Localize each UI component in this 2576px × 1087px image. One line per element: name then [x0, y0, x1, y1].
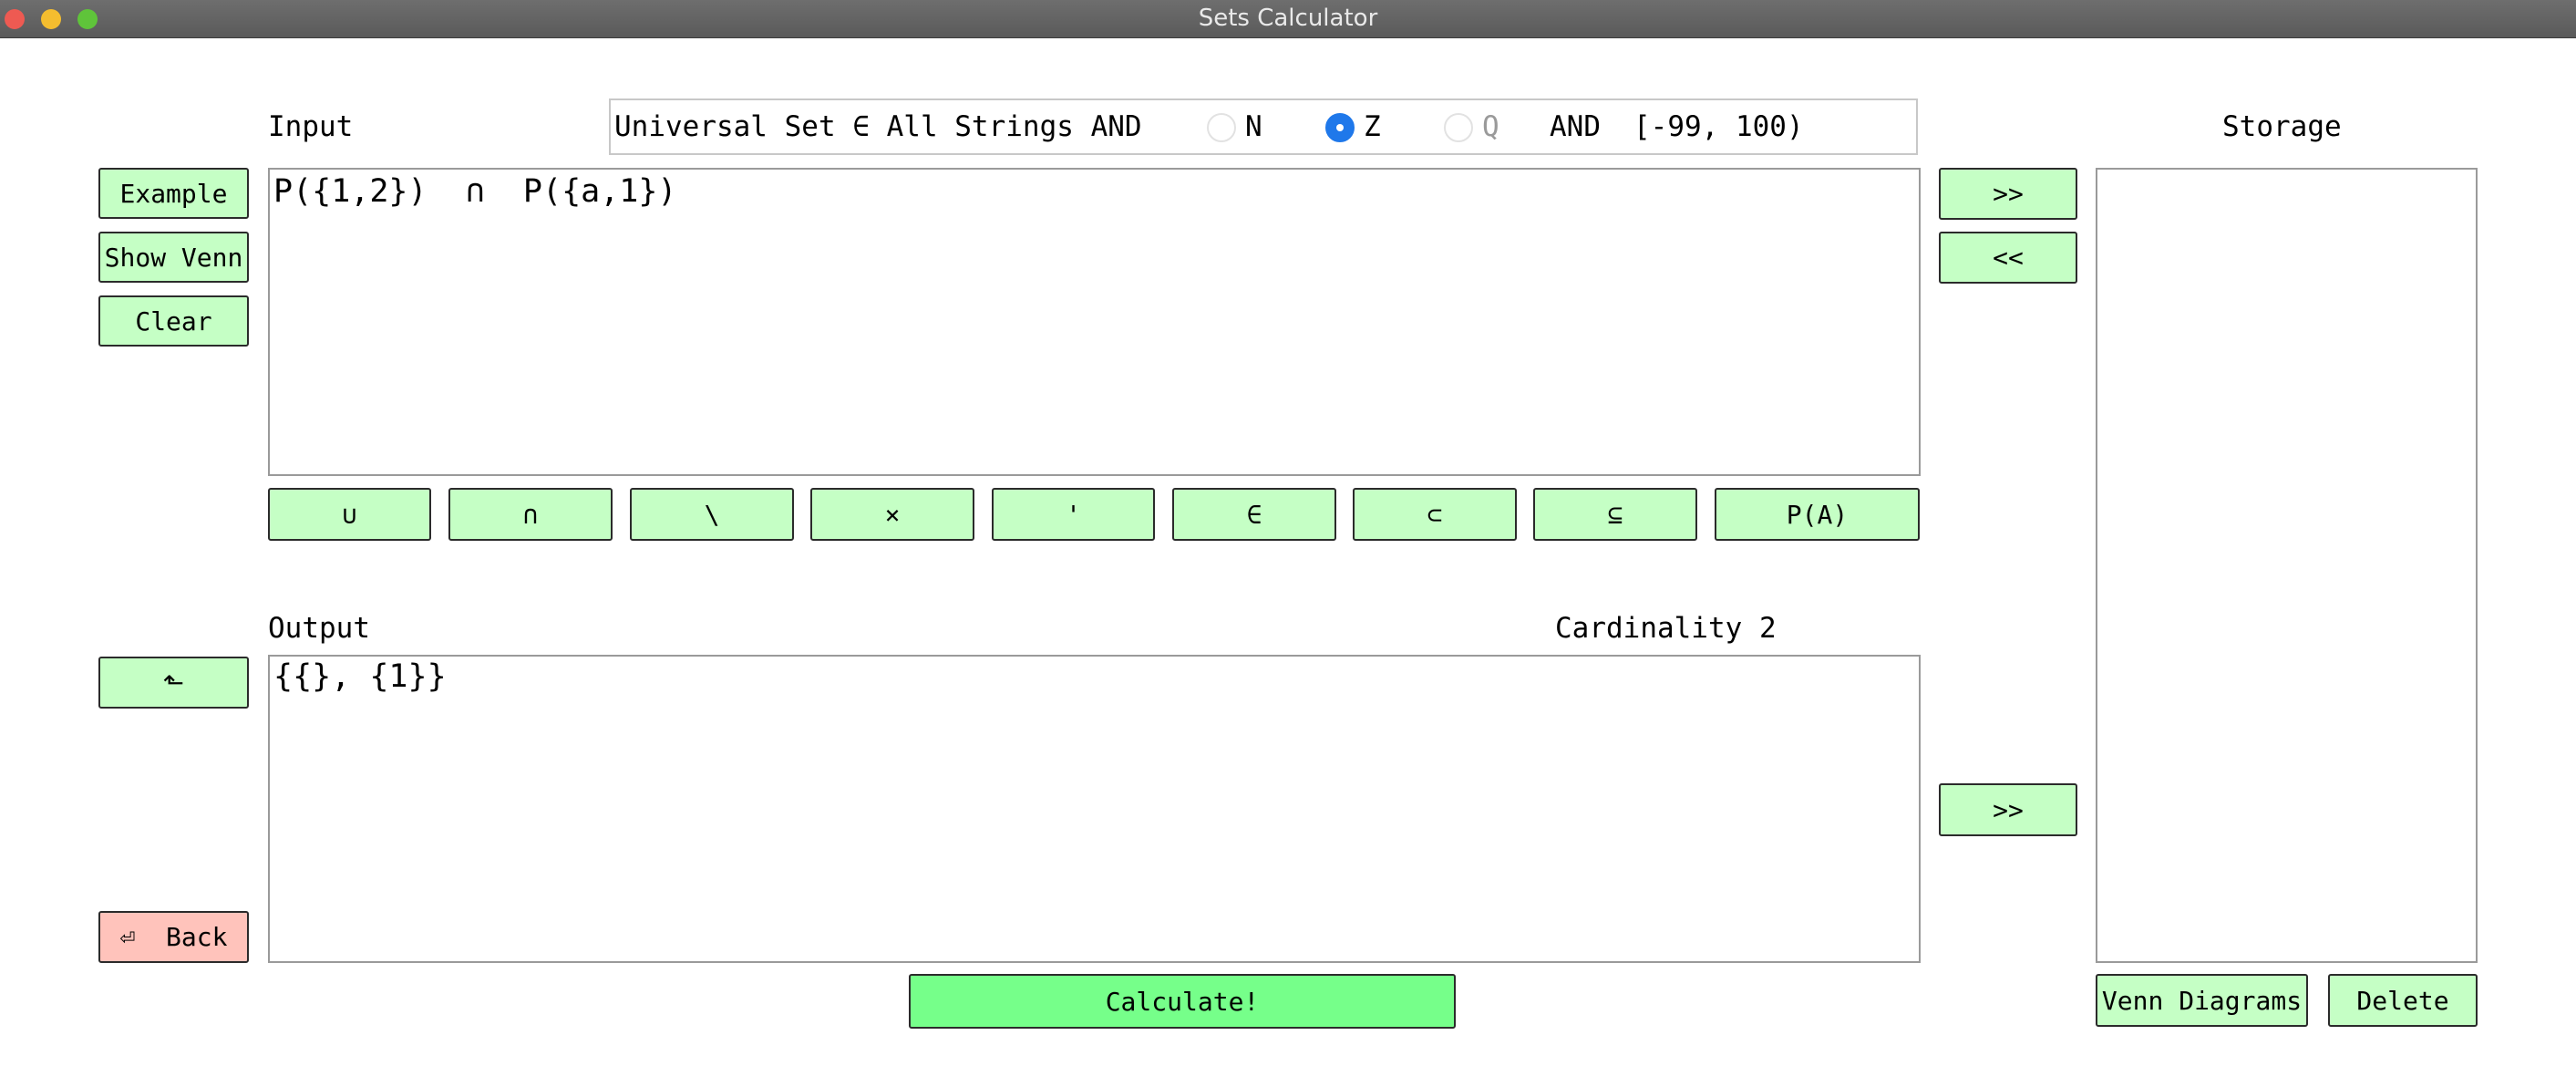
- input-textarea[interactable]: P({1,2}) ∩ P({a,1}): [268, 168, 1921, 476]
- proper-subset-button[interactable]: ⊂: [1353, 488, 1517, 541]
- delete-button[interactable]: Delete: [2328, 974, 2478, 1027]
- complement-button[interactable]: ': [992, 488, 1155, 541]
- show-venn-button[interactable]: Show Venn: [98, 232, 249, 283]
- range-input[interactable]: [-99, 100): [1633, 100, 1804, 153]
- back-button[interactable]: ⏎ Back: [98, 911, 249, 963]
- power-set-button[interactable]: P(A): [1715, 488, 1920, 541]
- title-bar: Sets Calculator: [0, 0, 2576, 38]
- output-value: {{}, {1}}: [273, 658, 447, 695]
- radio-n-label: N: [1245, 110, 1262, 143]
- cartesian-product-button[interactable]: ×: [810, 488, 974, 541]
- radio-q-label: Q: [1482, 110, 1499, 143]
- radio-n[interactable]: [1207, 113, 1236, 142]
- storage-label: Storage: [2222, 110, 2342, 143]
- union-button[interactable]: ∪: [268, 488, 431, 541]
- radio-z[interactable]: [1325, 113, 1355, 142]
- radio-q[interactable]: [1444, 113, 1473, 142]
- range-and-label: AND: [1550, 110, 1601, 143]
- input-value: P({1,2}) ∩ P({a,1}): [273, 173, 677, 210]
- clear-button[interactable]: Clear: [98, 295, 249, 347]
- element-of-button[interactable]: ∈: [1172, 488, 1336, 541]
- universal-set-prefix: Universal Set ∈ All Strings AND: [614, 110, 1142, 143]
- storage-list[interactable]: [2096, 168, 2478, 963]
- example-button[interactable]: Example: [98, 168, 249, 219]
- store-input-button[interactable]: >>: [1939, 168, 2077, 220]
- universal-set-bar: Universal Set ∈ All Strings AND N Z Q AN…: [609, 98, 1918, 155]
- calculate-button[interactable]: Calculate!: [909, 974, 1456, 1029]
- window-title: Sets Calculator: [1198, 5, 1378, 32]
- radio-z-label: Z: [1364, 110, 1381, 143]
- output-label: Output: [268, 612, 370, 645]
- copy-output-to-input-button[interactable]: ⬑: [98, 657, 249, 709]
- input-label: Input: [268, 110, 354, 143]
- output-textarea[interactable]: {{}, {1}}: [268, 655, 1921, 963]
- venn-diagrams-button[interactable]: Venn Diagrams: [2096, 974, 2308, 1027]
- store-output-button[interactable]: >>: [1939, 783, 2077, 836]
- difference-button[interactable]: \: [630, 488, 794, 541]
- subset-button[interactable]: ⊆: [1533, 488, 1697, 541]
- cardinality-label: Cardinality 2: [1555, 612, 1777, 645]
- load-input-button[interactable]: <<: [1939, 232, 2077, 284]
- intersection-button[interactable]: ∩: [448, 488, 613, 541]
